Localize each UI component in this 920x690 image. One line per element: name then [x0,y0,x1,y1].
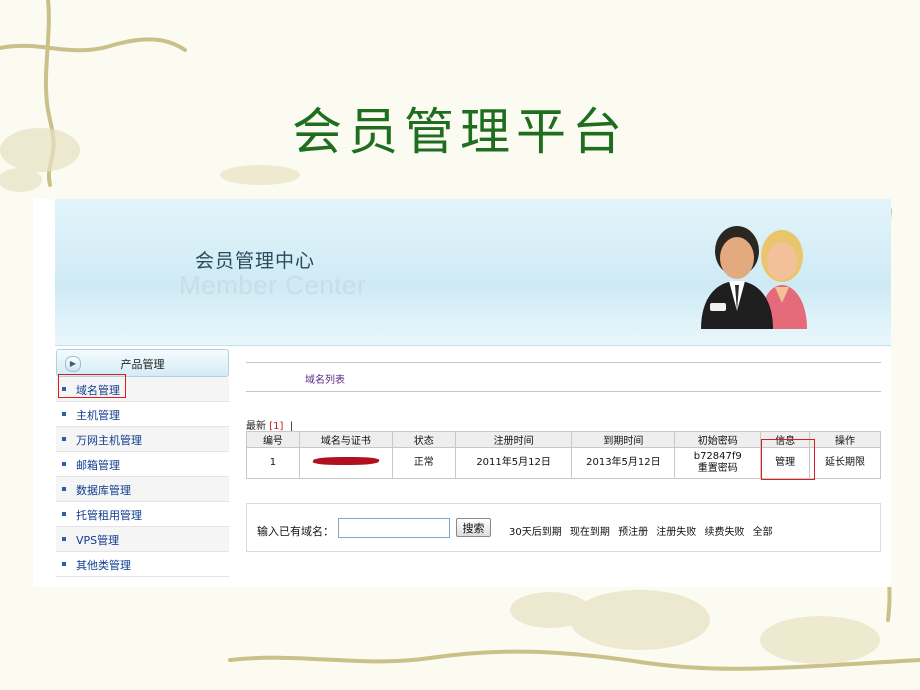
redacted-domain-mark [311,457,381,465]
search-label: 输入已有域名： [257,525,334,538]
tab-domain-list[interactable]: 域名列表 [305,371,345,386]
bullet-icon [62,512,66,516]
sidebar-item-database[interactable]: 数据库管理 [56,477,229,502]
sidebar-item-other[interactable]: 其他类管理 [56,552,229,577]
domain-search-input[interactable] [338,518,450,538]
sidebar-item-hosting[interactable]: 主机管理 [56,402,229,427]
bullet-icon [62,437,66,441]
cell-domain [298,447,393,479]
column-header: 状态 [391,431,456,448]
cell-id: 1 [246,447,300,479]
column-header: 到期时间 [571,431,676,448]
sidebar-item-label: 数据库管理 [76,484,131,497]
divider [246,362,881,363]
filter-expire-30-days[interactable]: 30天后到期 [509,527,562,538]
column-header: 注册时间 [454,431,573,448]
bullet-icon [62,462,66,466]
search-button[interactable]: 搜索 [456,518,491,537]
sidebar-item-label: VPS管理 [76,534,120,547]
cell-registered: 2011年5月12日 [454,447,573,479]
cell-expires: 2013年5月12日 [571,447,676,479]
filter-expiring-now[interactable]: 现在到期 [570,527,610,538]
column-header: 编号 [246,431,300,448]
initial-password: b72847f9 [693,451,742,462]
search-panel: 输入已有域名： 搜索 30天后到期 现在到期 预注册 注册失败 续费失败 全部 [246,503,881,552]
sidebar-header-label: 产品管理 [120,358,165,371]
slide-title: 会员管理平台 [292,103,628,161]
filter-pre-registered[interactable]: 预注册 [618,527,648,538]
divider [246,391,881,392]
bullet-icon [62,562,66,566]
pager: 最新 [1] | [246,417,293,432]
column-header: 域名与证书 [298,431,393,448]
cell-status: 正常 [391,447,456,479]
filter-links: 30天后到期 现在到期 预注册 注册失败 续费失败 全部 [509,523,778,538]
filter-all[interactable]: 全部 [753,527,773,538]
cell-action: 延长期限 [809,447,881,479]
sidebar-item-colocation[interactable]: 托管租用管理 [56,502,229,527]
reset-password-link[interactable]: 重置密码 [675,463,760,475]
banner-title: 会员管理中心 [195,250,316,272]
sidebar-item-vps[interactable]: VPS管理 [56,527,229,552]
sidebar-item-wanwang-hosting[interactable]: 万网主机管理 [56,427,229,452]
sidebar-item-label: 主机管理 [76,409,120,422]
highlight-box-domain [58,374,126,398]
sidebar-item-label: 托管租用管理 [76,509,142,522]
sidebar-list: 域名管理 主机管理 万网主机管理 邮箱管理 数据库管理 托管租用管理 VPS管理… [56,377,229,577]
sidebar-header[interactable]: ▶ 产品管理 [56,349,229,377]
filter-registration-failed[interactable]: 注册失败 [656,527,696,538]
column-header: 初始密码 [674,431,762,448]
column-header: 操作 [809,431,881,448]
screenshot-panel: 会员管理中心 Member Center ▶ 产品管理 域名管理 主机管理 万网… [33,199,891,587]
sidebar-item-label: 万网主机管理 [76,434,142,447]
bullet-icon [62,412,66,416]
banner-subtitle: Member Center [179,270,367,300]
bullet-icon [62,537,66,541]
filter-renewal-failed[interactable]: 续费失败 [704,527,744,538]
cell-password: b72847f9 重置密码 [674,447,762,479]
bullet-icon [62,487,66,491]
members-avatar-icon [701,226,807,329]
highlight-box-manage [761,439,815,480]
sidebar-item-label: 其他类管理 [76,559,131,572]
header-banner: 会员管理中心 Member Center [55,199,891,346]
sidebar-item-label: 邮箱管理 [76,459,120,472]
sidebar-item-mail[interactable]: 邮箱管理 [56,452,229,477]
extend-term-link[interactable]: 延长期限 [825,457,865,468]
